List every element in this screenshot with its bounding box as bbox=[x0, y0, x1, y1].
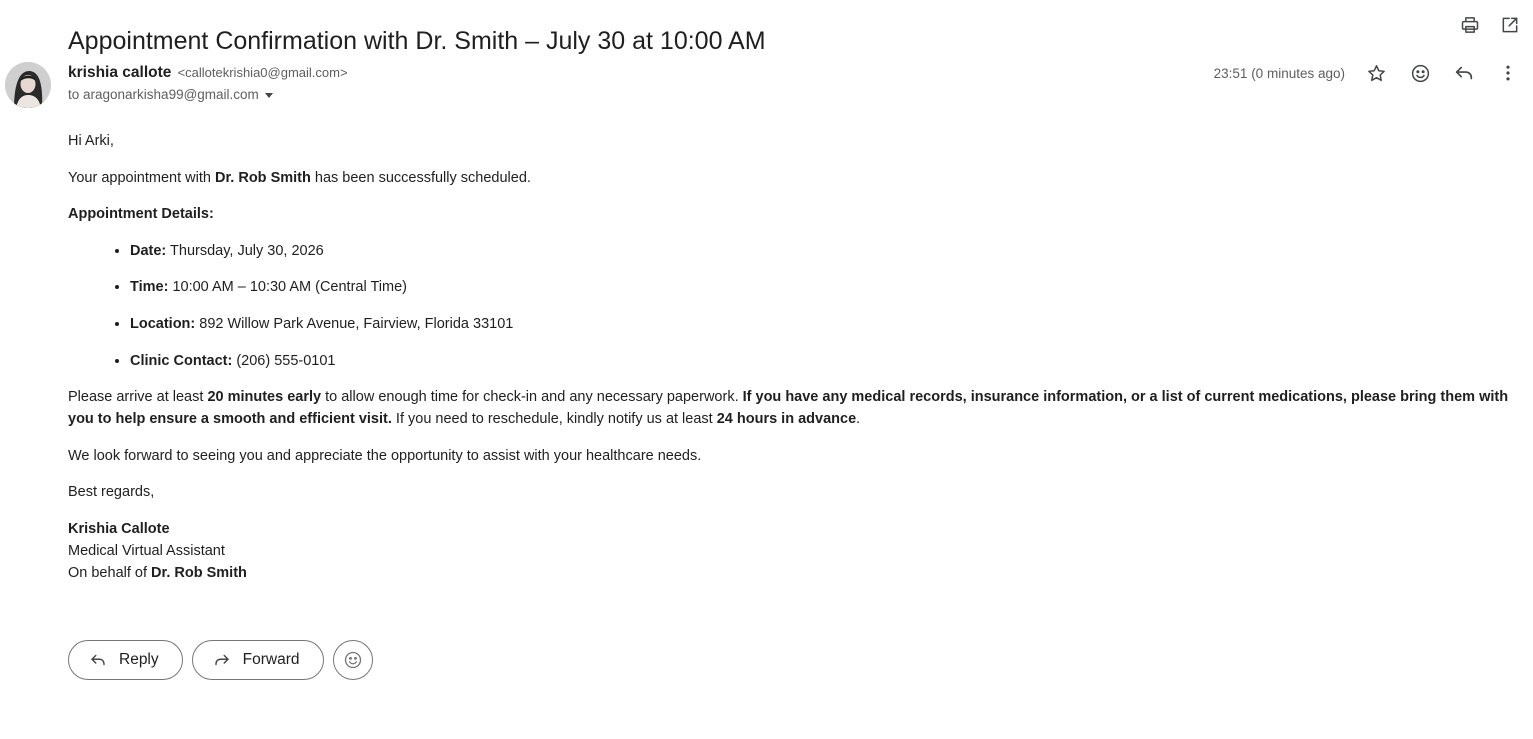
reply-button-top[interactable] bbox=[1451, 60, 1477, 86]
detail-label: Location: bbox=[130, 315, 196, 332]
emoji-icon bbox=[1411, 64, 1429, 82]
arrival-text: If you need to reschedule, kindly notify… bbox=[391, 411, 717, 428]
email-view: Appointment Confirmation with Dr. Smith … bbox=[0, 0, 1533, 739]
open-in-new-window-button[interactable] bbox=[1497, 12, 1523, 38]
sender-avatar bbox=[5, 62, 51, 108]
footer-actions: Reply Forward bbox=[68, 640, 373, 680]
star-button[interactable] bbox=[1363, 60, 1389, 86]
details-heading-text: Appointment Details: bbox=[68, 206, 214, 222]
timestamp: 23:51 (0 minutes ago) bbox=[1213, 65, 1345, 81]
top-actions bbox=[1457, 12, 1523, 38]
emoji-reaction-button[interactable] bbox=[332, 640, 373, 680]
intro-text-end: has been successfully scheduled. bbox=[310, 169, 531, 186]
open-in-new-icon bbox=[1502, 17, 1518, 33]
detail-value: 10:00 AM – 10:30 AM (Central Time) bbox=[168, 279, 407, 296]
detail-value: Thursday, July 30, 2026 bbox=[166, 242, 324, 259]
show-details-caret-icon[interactable] bbox=[264, 93, 273, 98]
forward-icon bbox=[214, 654, 229, 666]
detail-label: Clinic Contact: bbox=[130, 352, 233, 369]
email-body: Hi Arki, Your appointment with Dr. Rob S… bbox=[68, 130, 1528, 584]
print-icon bbox=[1461, 17, 1479, 33]
sender-line: krishia callote <callotekrishia0@gmail.c… bbox=[68, 64, 348, 82]
reply-icon bbox=[1455, 66, 1473, 80]
arrival-text: Please arrive at least bbox=[68, 389, 208, 406]
intro-paragraph: Your appointment with Dr. Rob Smith has … bbox=[68, 167, 1528, 189]
email-subject: Appointment Confirmation with Dr. Smith … bbox=[68, 26, 766, 55]
reply-button[interactable]: Reply bbox=[68, 640, 183, 680]
arrival-bold: 24 hours in advance bbox=[716, 411, 857, 428]
closing-paragraph: We look forward to seeing you and apprec… bbox=[68, 447, 702, 464]
detail-label: Time: bbox=[130, 279, 169, 296]
star-icon bbox=[1367, 64, 1385, 81]
message-meta: 23:51 (0 minutes ago) bbox=[1214, 60, 1521, 86]
detail-time: Time: 10:00 AM – 10:30 AM (Central Time) bbox=[130, 276, 1528, 298]
sender-email: <callotekrishia0@gmail.com> bbox=[177, 65, 348, 80]
reply-icon bbox=[91, 654, 105, 666]
recipient-line: to aragonarkisha99@gmail.com bbox=[68, 87, 273, 102]
arrival-text: to allow enough time for check-in and an… bbox=[321, 389, 743, 406]
regards: Best regards, bbox=[68, 484, 155, 501]
behalf-doctor: Dr. Rob Smith bbox=[151, 564, 247, 581]
appointment-details-list: Date: Thursday, July 30, 2026 Time: 10:0… bbox=[68, 240, 1528, 372]
avatar-photo bbox=[5, 62, 51, 108]
greeting: Hi Arki, bbox=[68, 133, 114, 149]
details-heading: Appointment Details: bbox=[68, 203, 1528, 225]
signature: Krishia Callote Medical Virtual Assistan… bbox=[68, 518, 1528, 584]
arrival-bold: 20 minutes early bbox=[207, 389, 322, 406]
detail-location: Location: 892 Willow Park Avenue, Fairvi… bbox=[130, 313, 1528, 335]
add-reaction-button[interactable] bbox=[1407, 60, 1433, 86]
detail-date: Date: Thursday, July 30, 2026 bbox=[130, 240, 1528, 262]
signature-title: Medical Virtual Assistant bbox=[68, 542, 225, 559]
detail-value: 892 Willow Park Avenue, Fairview, Florid… bbox=[195, 315, 514, 332]
detail-clinic-contact: Clinic Contact: (206) 555-0101 bbox=[130, 350, 1528, 372]
recipient-text: to aragonarkisha99@gmail.com bbox=[68, 87, 259, 102]
signature-behalf: On behalf of Dr. Rob Smith bbox=[68, 562, 1528, 584]
more-vert-icon bbox=[1506, 65, 1510, 81]
arrival-text: . bbox=[856, 411, 861, 428]
behalf-text: On behalf of bbox=[68, 564, 152, 581]
print-button[interactable] bbox=[1457, 12, 1483, 38]
signature-name: Krishia Callote bbox=[68, 520, 170, 537]
forward-button[interactable]: Forward bbox=[191, 640, 324, 680]
detail-label: Date: bbox=[130, 242, 167, 259]
reply-label: Reply bbox=[119, 651, 159, 668]
emoji-icon bbox=[344, 651, 361, 669]
forward-label: Forward bbox=[242, 651, 300, 668]
arrival-instructions: Please arrive at least 20 minutes early … bbox=[68, 386, 1528, 430]
doctor-name: Dr. Rob Smith bbox=[214, 169, 311, 186]
sender-name[interactable]: krishia callote bbox=[68, 64, 171, 81]
more-options-button[interactable] bbox=[1495, 60, 1521, 86]
detail-value: (206) 555-0101 bbox=[232, 352, 336, 369]
intro-text: Your appointment with bbox=[68, 169, 215, 186]
